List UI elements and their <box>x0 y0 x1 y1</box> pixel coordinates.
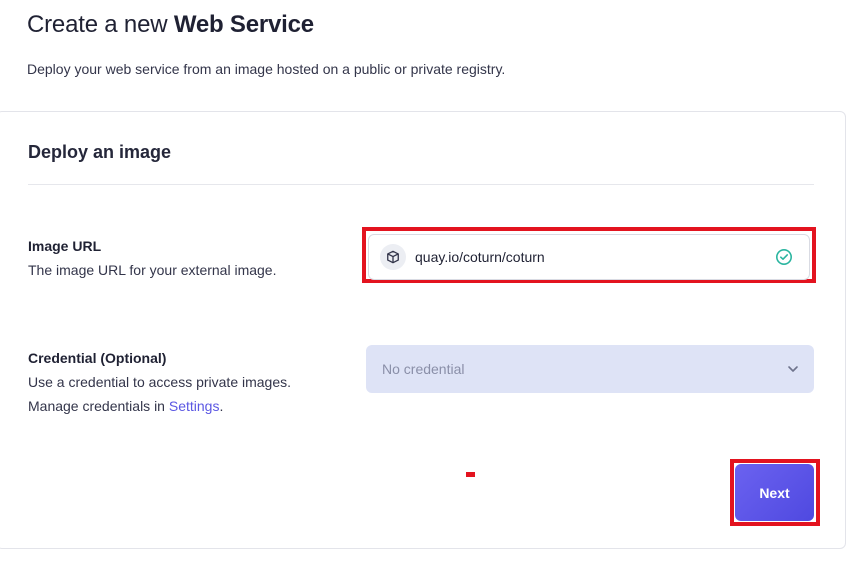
image-url-input[interactable]: quay.io/coturn/coturn <box>368 234 810 280</box>
deploy-card <box>0 111 846 549</box>
page-title-bold: Web Service <box>173 11 314 38</box>
image-url-label: Image URL <box>28 238 102 254</box>
page-title: Create a new Web Service <box>27 10 314 40</box>
card-title: Deploy an image <box>28 142 172 162</box>
check-circle-icon <box>775 248 793 266</box>
page-subtitle: Deploy your web service from an image ho… <box>27 61 506 77</box>
manage-prefix: Manage credentials in <box>28 398 169 414</box>
settings-link[interactable]: Settings <box>169 398 220 414</box>
cube-icon <box>380 244 406 270</box>
credential-select[interactable]: No credential <box>366 345 814 393</box>
image-url-value: quay.io/coturn/coturn <box>415 249 545 265</box>
credential-description: Use a credential to access private image… <box>28 374 292 390</box>
manage-suffix: . <box>219 398 224 414</box>
page-title-prefix: Create a new <box>27 11 174 38</box>
divider <box>28 184 814 185</box>
credential-label: Credential (Optional) <box>28 350 167 366</box>
red-marker <box>466 472 475 477</box>
chevron-down-icon <box>786 362 800 376</box>
credential-manage-text: Manage credentials in Settings. <box>28 394 223 418</box>
image-url-description: The image URL for your external image. <box>28 262 277 278</box>
next-button[interactable]: Next <box>735 464 814 521</box>
credential-select-value: No credential <box>382 361 465 377</box>
